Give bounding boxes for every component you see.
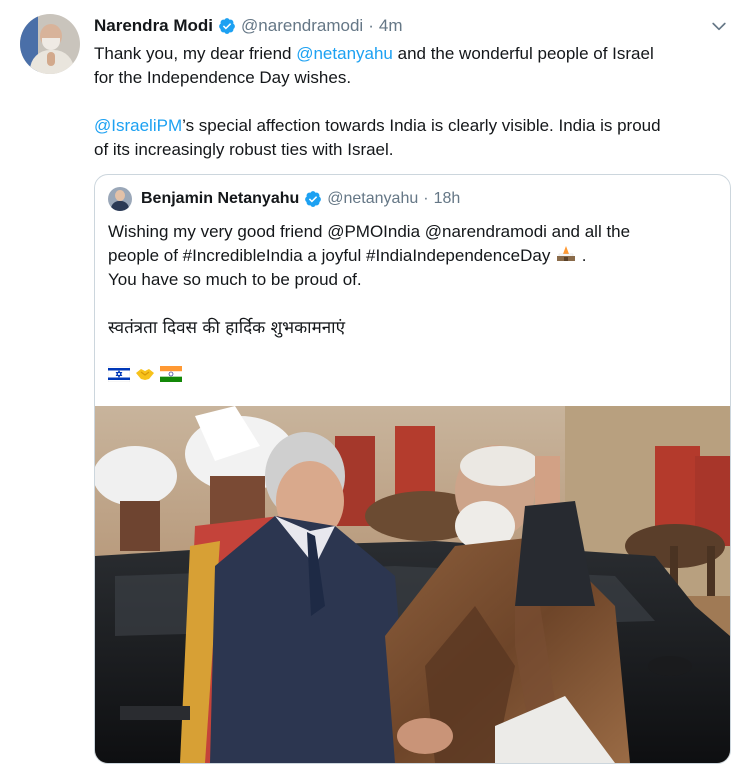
quoted-author-name: Benjamin Netanyahu (141, 190, 300, 207)
quoted-text-line: people of #IncredibleIndia a joyful #Ind… (108, 246, 587, 265)
chevron-down-icon[interactable] (709, 16, 729, 36)
tweet-text-line: Thank you, my dear friend @netanyahu and… (94, 44, 654, 63)
tweet-header: Narendra Modi @narendramodi · 4m (94, 15, 402, 37)
separator-dot: · (368, 16, 374, 35)
quoted-tweet-time: 18h (433, 190, 461, 207)
israel-flag-icon (108, 366, 130, 382)
verified-badge-icon (305, 191, 322, 207)
quoted-text-line: You have so much to be proud of. (108, 270, 362, 289)
tweet-text-line: of its increasingly robust ties with Isr… (94, 140, 394, 159)
quoted-author-avatar (108, 187, 132, 211)
author-name[interactable]: Narendra Modi (94, 16, 213, 36)
separator-dot: · (423, 190, 429, 207)
quoted-tweet-header: Benjamin Netanyahu @netanyahu · 18h (141, 188, 460, 210)
tweet-time[interactable]: 4m (379, 16, 403, 36)
mention-link[interactable]: @IsraeliPM (94, 116, 182, 135)
quoted-hindi-text: स्वतंत्रता दिवस की हार्दिक शुभकामनाएं (108, 318, 345, 338)
quoted-author-handle: @netanyahu (327, 190, 419, 207)
emoji-row (108, 365, 182, 383)
mention-link[interactable]: @netanyahu (296, 44, 393, 63)
verified-badge-icon (219, 18, 235, 34)
tweet-text-line: for the Independence Day wishes. (94, 68, 352, 87)
tweet-text-line: @IsraeliPM’s special affection towards I… (94, 116, 661, 135)
handshake-icon (136, 369, 154, 380)
author-avatar[interactable] (20, 14, 80, 74)
quoted-text-line: Wishing my very good friend @PMOIndia @n… (108, 222, 631, 241)
quoted-tweet[interactable]: Benjamin Netanyahu @netanyahu · 18h Wish… (94, 174, 731, 764)
quoted-tweet-photo[interactable] (95, 406, 730, 763)
indian-flag-monument-icon (557, 246, 576, 261)
author-handle[interactable]: @narendramodi (241, 16, 363, 36)
tweet[interactable]: Narendra Modi @narendramodi · 4m Thank y… (0, 0, 747, 768)
india-flag-icon (160, 366, 182, 382)
